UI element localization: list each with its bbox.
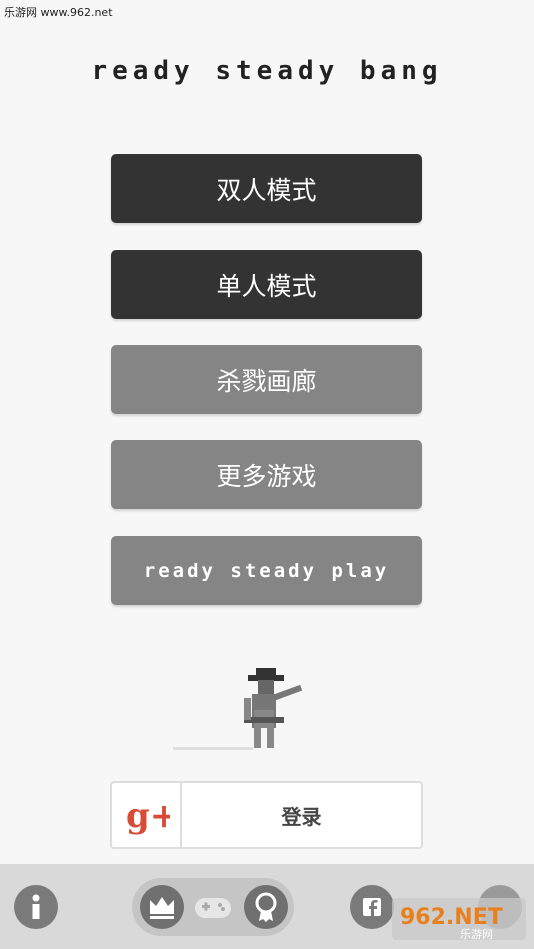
game-center-group	[132, 878, 294, 936]
watermark-top: 乐游网 www.962.net	[4, 6, 113, 19]
watermark-sub: 乐游网	[460, 928, 493, 941]
crown-icon[interactable]	[140, 885, 184, 929]
gamepad-icon[interactable]	[192, 888, 234, 926]
two-player-button[interactable]: 双人模式	[111, 154, 422, 223]
google-plus-icon: g+	[112, 783, 182, 847]
award-icon[interactable]	[244, 885, 288, 929]
kill-gallery-button[interactable]: 杀戮画廊	[111, 345, 422, 414]
facebook-icon[interactable]	[350, 885, 394, 929]
more-games-button[interactable]: 更多游戏	[111, 440, 422, 509]
login-label: 登录	[281, 804, 322, 829]
watermark-brand: 962.NET	[400, 905, 503, 930]
info-icon[interactable]	[14, 885, 58, 929]
google-login-button[interactable]: g+ 登录	[110, 781, 423, 849]
single-player-button[interactable]: 单人模式	[111, 250, 422, 319]
watermark-logo: 962.NET 乐游网	[392, 894, 526, 944]
ready-steady-play-button[interactable]: ready steady play	[111, 536, 422, 605]
cowboy-figure	[173, 668, 303, 750]
game-title: ready steady bang	[91, 56, 443, 86]
google-plus-glyph: g+	[126, 796, 170, 836]
